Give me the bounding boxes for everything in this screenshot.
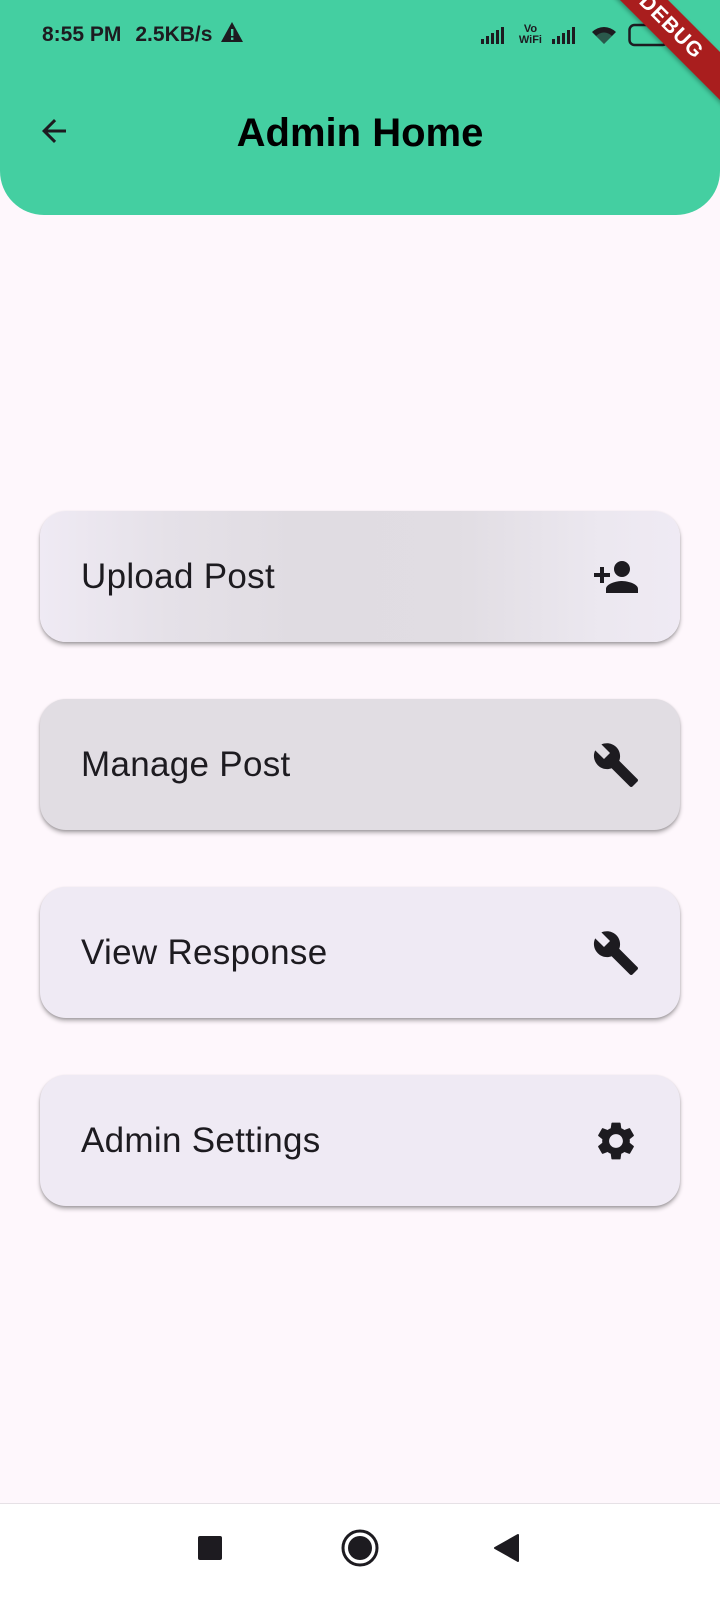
network-speed: 2.5KB/s bbox=[135, 23, 213, 46]
person-add-icon bbox=[592, 553, 640, 601]
toolbar: Admin Home bbox=[0, 85, 720, 181]
admin-settings-label: Admin Settings bbox=[81, 1120, 321, 1160]
circle-icon bbox=[340, 1528, 380, 1573]
signal-icon bbox=[480, 25, 509, 45]
system-nav-bar bbox=[0, 1503, 720, 1600]
home-button[interactable] bbox=[336, 1524, 384, 1576]
upload-post-label: Upload Post bbox=[81, 556, 275, 596]
view-response-label: View Response bbox=[81, 932, 328, 972]
recents-button[interactable] bbox=[186, 1526, 234, 1574]
wrench-icon bbox=[592, 929, 640, 977]
vowifi-icon: Vo WiFi bbox=[519, 24, 542, 46]
screen: 8:55 PM 2.5KB/s Vo WiFi Admin Home DEBUG… bbox=[0, 0, 720, 1600]
status-left: 8:55 PM 2.5KB/s bbox=[42, 21, 244, 49]
triangle-back-icon bbox=[492, 1533, 520, 1568]
signal-icon bbox=[552, 25, 580, 45]
manage-post-label: Manage Post bbox=[81, 744, 291, 784]
admin-menu: Upload Post Manage Post View Response Ad… bbox=[40, 511, 680, 1263]
view-response-button[interactable]: View Response bbox=[40, 887, 680, 1018]
manage-post-button[interactable]: Manage Post bbox=[40, 699, 680, 830]
wifi-icon bbox=[590, 24, 618, 46]
upload-post-button[interactable]: Upload Post bbox=[40, 511, 680, 642]
page-title: Admin Home bbox=[236, 110, 484, 155]
nav-back-button[interactable] bbox=[482, 1526, 530, 1574]
back-button[interactable] bbox=[28, 107, 80, 159]
warning-icon bbox=[220, 21, 244, 49]
square-icon bbox=[197, 1535, 223, 1566]
status-time: 8:55 PM bbox=[42, 23, 122, 46]
app-bar: 8:55 PM 2.5KB/s Vo WiFi Admin Home DEBUG bbox=[0, 0, 720, 215]
admin-settings-button[interactable]: Admin Settings bbox=[40, 1075, 680, 1206]
status-right: Vo WiFi bbox=[480, 23, 672, 47]
status-bar: 8:55 PM 2.5KB/s Vo WiFi bbox=[0, 0, 720, 70]
vowifi-bottom: WiFi bbox=[518, 34, 542, 46]
wrench-icon bbox=[592, 741, 640, 789]
gear-icon bbox=[592, 1117, 640, 1165]
arrow-back-icon bbox=[36, 113, 72, 154]
